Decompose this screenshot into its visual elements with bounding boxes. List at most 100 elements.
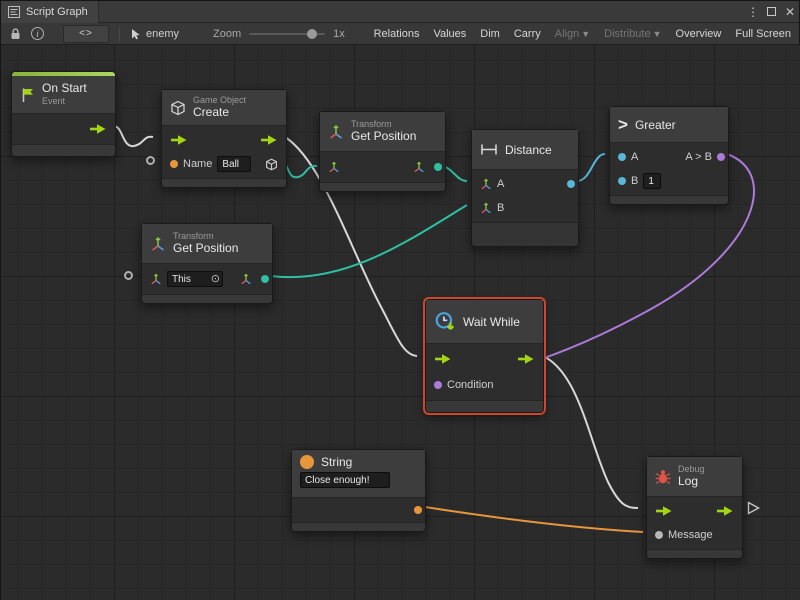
node-string-literal[interactable]: String (291, 449, 426, 532)
pointer-icon (130, 28, 141, 40)
align-dropdown[interactable]: Align▼ (555, 28, 590, 40)
vector3-output-port[interactable] (434, 163, 442, 171)
node-footer (292, 522, 425, 531)
window-title: Script Graph (26, 6, 88, 18)
node-distance[interactable]: Distance A B (471, 129, 579, 247)
relations-button[interactable]: Relations (374, 28, 420, 40)
gameobject-output-port[interactable] (265, 158, 278, 171)
wire-onstart-to-create[interactable] (113, 126, 153, 146)
transform-input-port[interactable] (150, 273, 162, 285)
node-greater[interactable]: > Greater A A > B B (609, 106, 729, 205)
node-header: > Greater (610, 107, 728, 143)
node-header: Transform Get Position (320, 112, 445, 152)
cube-icon (170, 100, 186, 116)
node-subtitle: Event (42, 96, 87, 106)
node-gameobject-create[interactable]: Game Object Create Name (161, 89, 287, 188)
unconnected-control-output-triangle[interactable] (747, 501, 760, 520)
control-output-port[interactable] (517, 353, 535, 365)
vector3-input-icon[interactable] (480, 178, 492, 190)
control-input-port[interactable] (434, 353, 452, 365)
message-label: Message (668, 529, 713, 541)
vector3-output-port[interactable] (261, 275, 269, 283)
overview-button[interactable]: Overview (676, 28, 722, 40)
wire-getposition2-to-distance-b[interactable] (271, 205, 467, 277)
node-footer (610, 195, 728, 204)
node-wait-while[interactable]: Wait While Condition (425, 299, 544, 413)
condition-label: Condition (447, 379, 493, 391)
info-icon[interactable]: i (26, 23, 49, 45)
distance-icon (480, 143, 498, 156)
greater-icon: > (618, 115, 628, 135)
control-output-port[interactable] (89, 123, 107, 135)
dim-button[interactable]: Dim (480, 28, 500, 40)
string-input-port[interactable] (170, 160, 178, 168)
node-get-position-1[interactable]: Transform Get Position (319, 111, 446, 192)
unconnected-port-ring[interactable] (146, 156, 155, 165)
control-input-port[interactable] (170, 134, 188, 146)
output-label: A > B (685, 151, 712, 163)
wire-distance-to-greater[interactable] (577, 154, 605, 181)
node-footer (320, 182, 445, 191)
input-b-label: B (631, 175, 638, 187)
toolbar-divider (119, 27, 120, 41)
node-header: Transform Get Position (142, 224, 272, 264)
values-button[interactable]: Values (433, 28, 466, 40)
number-input-port-b[interactable] (618, 177, 626, 185)
vector3-input-icon[interactable] (480, 202, 492, 214)
wire-string-to-message[interactable] (425, 507, 643, 532)
node-title: String (321, 455, 352, 469)
code-preview-button[interactable]: <> (63, 25, 109, 43)
zoom-slider[interactable] (249, 33, 325, 35)
lock-icon[interactable] (5, 23, 26, 45)
bool-output-port[interactable] (717, 153, 725, 161)
name-port-label: Name (183, 158, 212, 170)
control-input-port[interactable] (655, 505, 673, 517)
node-get-position-2[interactable]: Transform Get Position ⊙ (141, 223, 273, 304)
zoom-slider-handle[interactable] (307, 29, 317, 39)
control-output-port[interactable] (260, 134, 278, 146)
string-output-port[interactable] (414, 506, 422, 514)
flag-icon (20, 87, 35, 103)
unconnected-port-ring[interactable] (124, 271, 133, 280)
node-header: String (292, 450, 425, 498)
caret-down-icon: ▼ (581, 29, 590, 39)
window-maximize-icon[interactable] (767, 7, 776, 16)
node-title: Get Position (173, 242, 238, 256)
wire-waitwhile-to-log[interactable] (543, 356, 638, 508)
tab-script-graph[interactable]: Script Graph (1, 1, 99, 23)
breadcrumb-graph[interactable]: enemy (130, 28, 179, 40)
transform-icon (328, 124, 344, 140)
carry-button[interactable]: Carry (514, 28, 541, 40)
node-title: On Start (42, 82, 87, 96)
control-output-port[interactable] (716, 505, 734, 517)
condition-input-port[interactable] (434, 381, 442, 389)
graph-canvas[interactable]: On Start Event Gam (1, 45, 800, 600)
string-value-input[interactable] (300, 472, 390, 488)
toolbar-buttons: Relations Values Dim Carry Align▼ Distri… (374, 28, 791, 40)
message-input-port[interactable] (655, 531, 663, 539)
full-screen-button[interactable]: Full Screen (735, 28, 791, 40)
transform-input-port[interactable] (328, 161, 340, 173)
input-a-label: A (631, 151, 638, 163)
number-output-port[interactable] (567, 180, 575, 188)
node-header: Wait While (426, 300, 543, 344)
number-input-port-a[interactable] (618, 153, 626, 161)
node-on-start-event[interactable]: On Start Event (11, 71, 116, 157)
name-value-input[interactable] (217, 156, 251, 172)
window-close-icon[interactable]: ✕ (781, 5, 799, 19)
node-title: Distance (505, 143, 552, 157)
bug-icon (655, 469, 671, 485)
node-title: Create (193, 106, 246, 120)
wait-clock-icon (434, 311, 456, 333)
window-menu-icon[interactable]: ⋮ (744, 5, 762, 19)
graph-toolbar: i <> enemy Zoom 1x Relations Values Dim … (1, 23, 799, 45)
node-footer (426, 400, 543, 412)
vector3-output-icon (240, 273, 252, 285)
node-footer (472, 222, 578, 246)
input-b-label: B (497, 202, 504, 214)
node-debug-log[interactable]: Debug Log Message (646, 456, 743, 559)
b-value-input[interactable] (643, 173, 661, 189)
node-footer (142, 294, 272, 303)
zoom-value: 1x (333, 28, 345, 40)
distribute-dropdown[interactable]: Distribute▼ (604, 28, 661, 40)
